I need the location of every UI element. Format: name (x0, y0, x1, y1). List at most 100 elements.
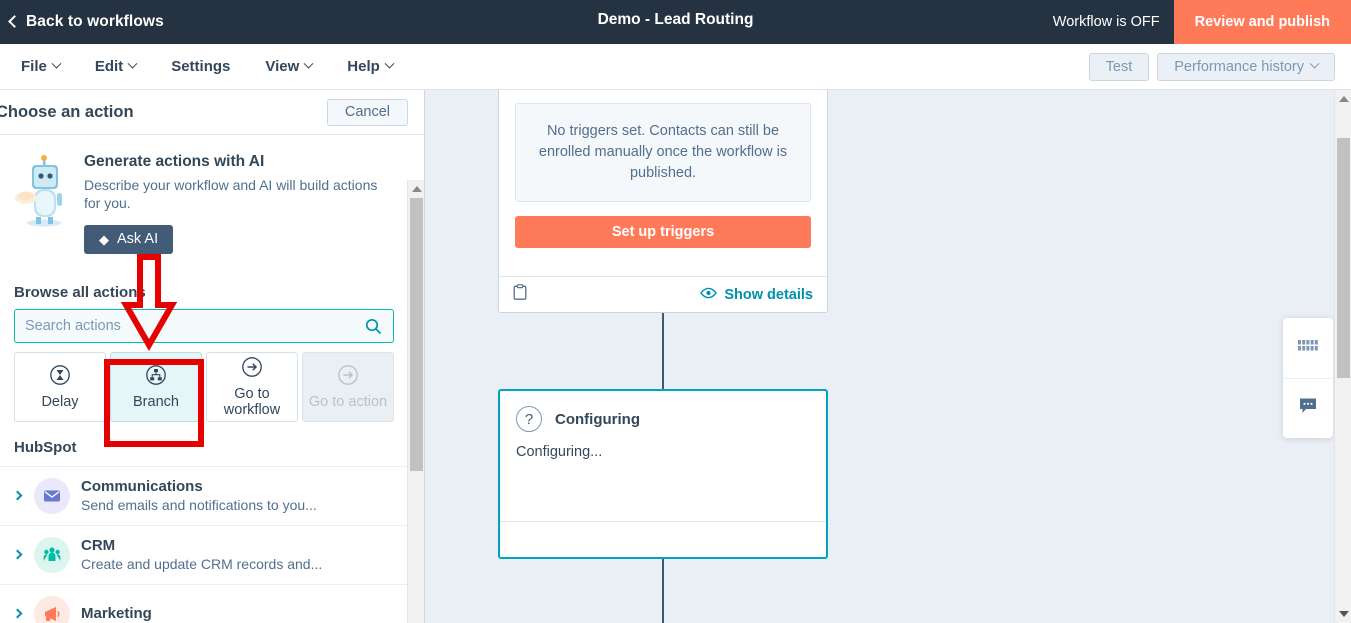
quick-action-go-to-action-label: Go to action (308, 393, 388, 410)
eye-icon (700, 287, 718, 303)
top-bar: Back to workflows Demo - Lead Routing Wo… (0, 0, 1351, 44)
category-name: Communications (81, 478, 203, 496)
category-row-marketing[interactable]: Marketing (0, 583, 424, 623)
chevron-down-icon (303, 58, 314, 69)
menu-file[interactable]: File (7, 50, 74, 84)
chevron-right-icon (12, 490, 23, 501)
panel-body: Generate actions with AI Describe your w… (0, 135, 424, 623)
menu-settings-label: Settings (171, 58, 231, 75)
search-icon (365, 318, 382, 340)
configuring-card-body: Configuring... (516, 444, 603, 460)
test-button[interactable]: Test (1088, 52, 1150, 81)
category-name: Marketing (81, 605, 152, 623)
megaphone-icon (34, 595, 70, 623)
performance-history-label: Performance history (1174, 58, 1304, 75)
chevron-down-icon (1309, 58, 1320, 69)
category-row-crm[interactable]: CRM Create and update CRM records and... (0, 524, 424, 584)
people-icon (34, 536, 70, 573)
category-text-communications: Communications Send emails and notificat… (81, 478, 317, 513)
apps-grid-button[interactable] (1283, 318, 1333, 378)
chevron-down-icon (127, 58, 138, 69)
show-details-label: Show details (724, 286, 813, 303)
cancel-button[interactable]: Cancel (326, 98, 408, 126)
ask-ai-button[interactable]: ◆ Ask AI (84, 224, 174, 254)
workflow-editor-app: Back to workflows Demo - Lead Routing Wo… (0, 0, 1351, 623)
clipboard-icon[interactable] (513, 284, 527, 305)
chevron-right-icon (12, 549, 23, 560)
quick-action-branch-label: Branch (133, 393, 179, 410)
trigger-card-footer: Show details (499, 276, 827, 312)
ai-title: Generate actions with AI (84, 153, 265, 170)
comments-button[interactable] (1283, 378, 1333, 438)
browse-all-actions-heading: Browse all actions (14, 283, 146, 301)
set-up-triggers-button[interactable]: Set up triggers (515, 216, 811, 249)
configuring-card[interactable]: ? Configuring Configuring... (498, 389, 828, 559)
category-description: Create and update CRM records and... (81, 556, 323, 573)
scrollbar-thumb[interactable] (1337, 138, 1350, 378)
category-name: CRM (81, 537, 116, 555)
chevron-down-icon (51, 58, 62, 69)
quick-action-go-to-action: Go to action (302, 351, 394, 422)
top-bar-actions: Workflow is OFF Review and publish (1053, 0, 1351, 44)
category-group-heading: HubSpot (14, 438, 77, 456)
menu-edit[interactable]: Edit (81, 50, 150, 84)
trigger-card[interactable]: contact enters this workflow. No trigger… (498, 90, 828, 313)
envelope-icon (34, 477, 70, 514)
workflow-status-label: Workflow is OFF (1052, 14, 1160, 30)
show-details-button[interactable]: Show details (700, 287, 813, 303)
scroll-down-arrow-icon[interactable] (1339, 611, 1349, 617)
category-row-communications[interactable]: Communications Send emails and notificat… (0, 465, 424, 525)
scrollbar-thumb[interactable] (410, 198, 423, 471)
choose-action-panel: Choose an action Cancel Generate actions… (0, 90, 425, 623)
menu-bar-right-actions: Test Performance history (1088, 52, 1335, 81)
ai-text-group: Generate actions with AI Describe your w… (84, 153, 408, 254)
configuring-card-title: Configuring (555, 410, 640, 428)
arrow-right-circle-icon (241, 356, 263, 383)
panel-title: Choose an action (0, 102, 134, 121)
quick-action-go-to-workflow-label: Go to workflow (223, 385, 281, 418)
left-panel-scrollbar[interactable] (407, 180, 424, 623)
panel-header: Choose an action Cancel (0, 90, 424, 135)
category-text-crm: CRM Create and update CRM records and... (81, 537, 322, 572)
chevron-right-icon (12, 608, 23, 619)
menu-help-label: Help (347, 58, 380, 75)
trigger-empty-state: No triggers set. Contacts can still be e… (515, 103, 811, 203)
category-text-marketing: Marketing (81, 605, 152, 622)
quick-action-branch[interactable]: Branch (110, 351, 202, 422)
ask-ai-label: Ask AI (117, 231, 159, 248)
scroll-up-arrow-icon[interactable] (412, 186, 422, 192)
robot-mascot-icon (14, 153, 70, 227)
menu-view-label: View (265, 58, 300, 75)
menu-help[interactable]: Help (333, 50, 407, 84)
generate-with-ai-block: Generate actions with AI Describe your w… (0, 135, 424, 262)
menu-view[interactable]: View (251, 50, 326, 84)
ai-description: Describe your workflow and AI will build… (84, 177, 378, 212)
hourglass-icon (49, 364, 71, 391)
menu-settings[interactable]: Settings (157, 50, 244, 84)
chat-bubble-icon (1298, 397, 1318, 420)
search-wrapper (0, 308, 424, 343)
search-actions-box[interactable] (14, 308, 394, 343)
quick-action-delay[interactable]: Delay (14, 351, 106, 422)
scroll-up-arrow-icon[interactable] (1339, 96, 1349, 102)
grid-dots-icon (1298, 339, 1318, 357)
category-description: Send emails and notifications to you... (81, 497, 317, 514)
menu-bar: File Edit Settings View Help Test Perfor… (0, 44, 1351, 90)
search-input[interactable] (15, 317, 393, 334)
configuring-card-header: ? Configuring (500, 391, 826, 432)
quick-action-go-to-workflow[interactable]: Go to workflow (206, 351, 298, 422)
back-to-workflows-button[interactable]: Back to workflows (0, 13, 164, 31)
connector-line (662, 559, 664, 623)
arrow-right-circle-icon (337, 364, 359, 391)
question-circle-icon: ? (516, 406, 542, 432)
canvas-scrollbar[interactable] (1334, 90, 1351, 623)
performance-history-button[interactable]: Performance history (1157, 52, 1335, 81)
review-and-publish-button[interactable]: Review and publish (1173, 0, 1351, 44)
quick-action-delay-label: Delay (41, 393, 79, 410)
menu-edit-label: Edit (94, 58, 124, 75)
workflow-canvas[interactable]: contact enters this workflow. No trigger… (426, 90, 1351, 623)
quick-actions-row: Delay Branch Go to workflow Go to action (0, 343, 424, 422)
configuring-card-footer (500, 521, 826, 557)
chevron-down-icon (384, 58, 395, 69)
menu-file-label: File (21, 58, 47, 75)
